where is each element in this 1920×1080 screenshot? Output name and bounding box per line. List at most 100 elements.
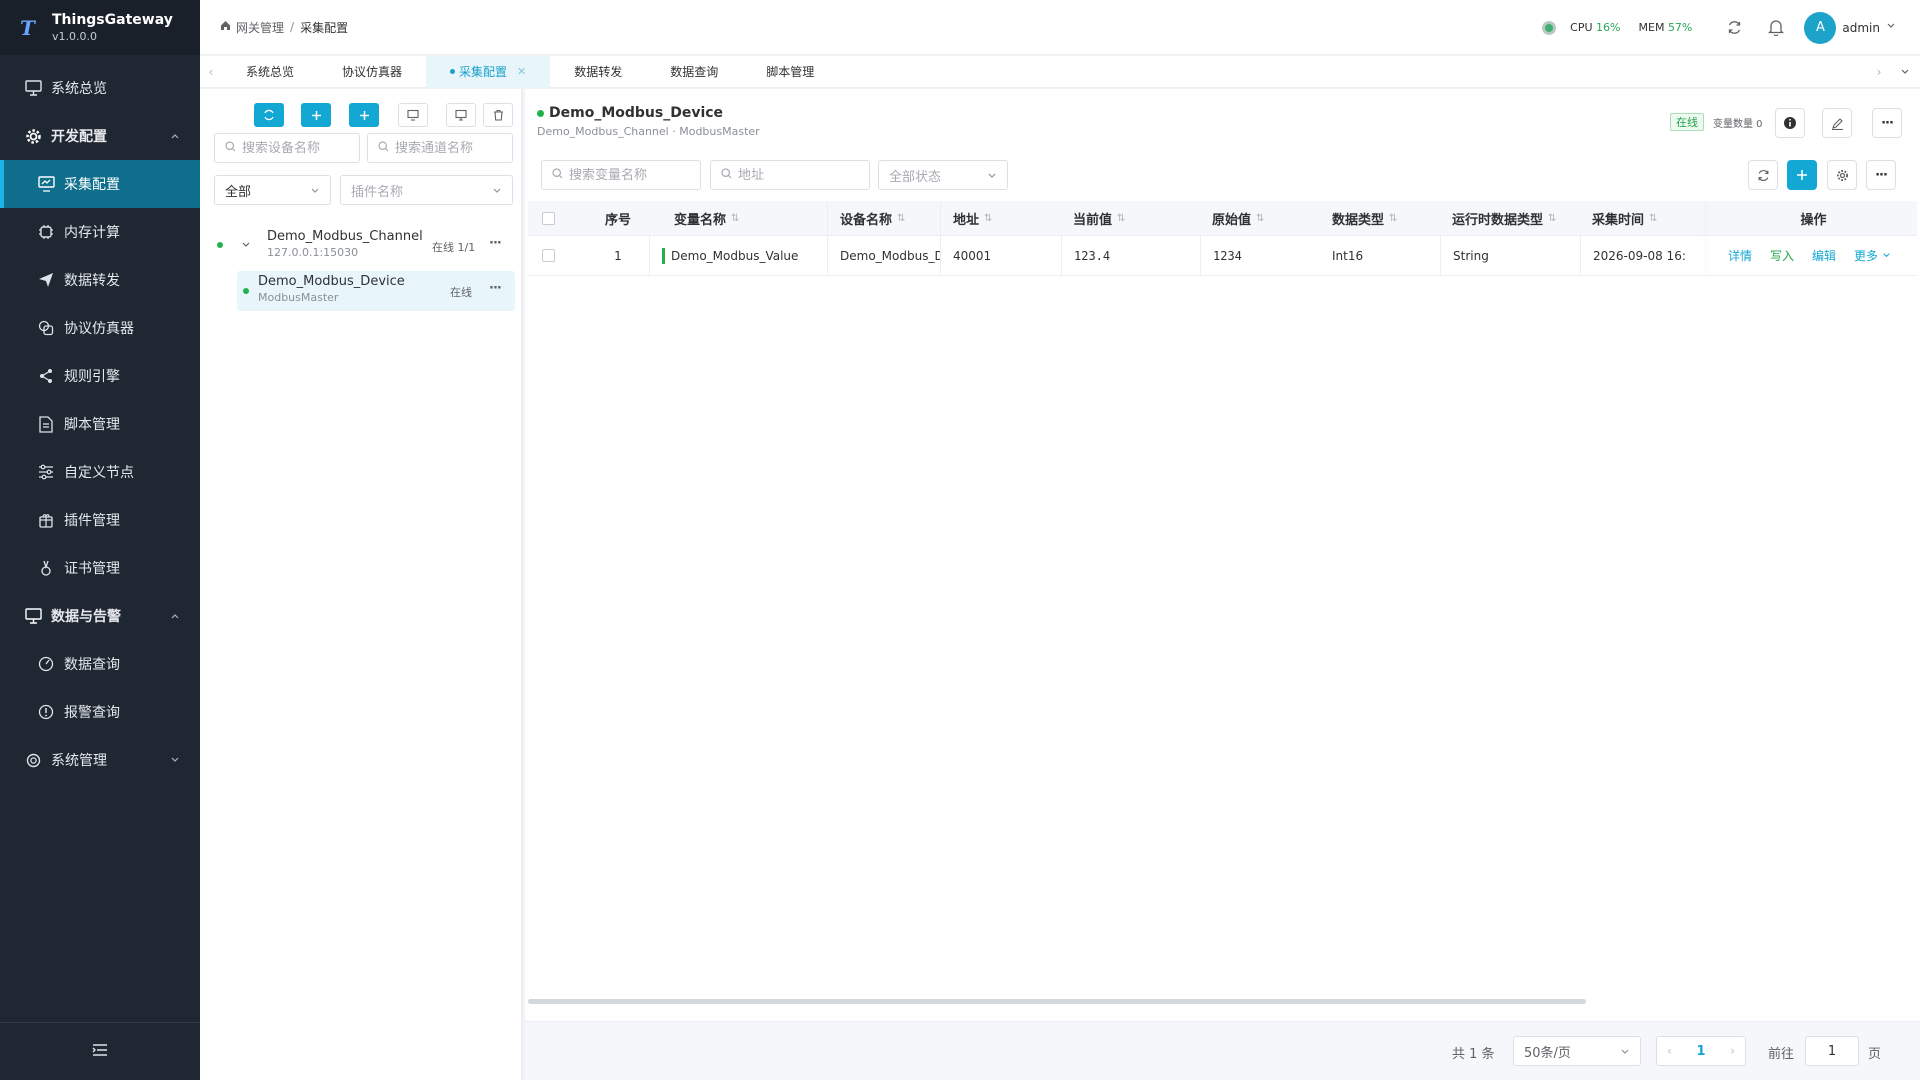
tab-data-forward[interactable]: 数据转发	[550, 56, 646, 88]
sidebar-item-rule-engine[interactable]: 规则引擎	[0, 352, 200, 400]
sidebar-group-data-alarm[interactable]: 数据与告警	[0, 592, 200, 640]
sidebar-item-collect-config[interactable]: 采集配置	[0, 160, 200, 208]
search-device-input[interactable]	[214, 133, 360, 163]
sidebar-item-memory-calc[interactable]: 内存计算	[0, 208, 200, 256]
breadcrumb-item[interactable]: 网关管理	[236, 19, 284, 36]
write-link[interactable]: 写入	[1770, 247, 1794, 264]
sidebar-item-label: 系统总览	[51, 81, 107, 97]
table-more-button[interactable]: ···	[1866, 160, 1896, 190]
checkbox[interactable]	[542, 211, 555, 225]
col-label: 变量名称	[674, 212, 727, 228]
row-checkbox[interactable]	[542, 249, 555, 262]
horizontal-scrollbar[interactable]	[528, 995, 1917, 1007]
sidebar-item-overview[interactable]: 系统总览	[0, 64, 200, 112]
col-label: 数据类型	[1332, 212, 1385, 228]
status-filter-select[interactable]: 全部	[214, 175, 331, 205]
col-label: 运行时数据类型	[1452, 212, 1544, 228]
sidebar-item-alarm-query[interactable]: 报警查询	[0, 688, 200, 736]
refresh-variables-button[interactable]	[1748, 160, 1778, 190]
col-device-name[interactable]: 设备名称 ⇅	[827, 201, 940, 235]
status-filter-select[interactable]: 全部状态	[878, 160, 1008, 190]
search-variable-field[interactable]	[569, 167, 700, 183]
tab-protocol-simulator[interactable]: 协议仿真器	[318, 56, 426, 88]
tree-device-node[interactable]: Demo_Modbus_Device ModbusMaster 在线 ···	[237, 271, 515, 311]
sort-icon[interactable]: ⇅	[1117, 213, 1125, 224]
col-runtime-type[interactable]: 运行时数据类型 ⇅	[1440, 201, 1580, 235]
scrollbar-thumb[interactable]	[528, 999, 1586, 1004]
col-collect-time[interactable]: 采集时间 ⇅	[1580, 201, 1710, 235]
tab-scroll-left-icon[interactable]: ‹	[200, 65, 222, 79]
col-address[interactable]: 地址 ⇅	[940, 201, 1061, 235]
sidebar-item-script-manage[interactable]: 脚本管理	[0, 400, 200, 448]
device-subtitle: Demo_Modbus_Channel · ModbusMaster	[537, 125, 760, 138]
tree-channel-node[interactable]: Demo_Modbus_Channel 127.0.0.1:15030 在线 1…	[208, 225, 515, 267]
certificate-icon	[37, 559, 55, 577]
collapse-sidebar-button[interactable]	[0, 1022, 200, 1080]
sort-icon[interactable]: ⇅	[1389, 213, 1397, 224]
edit-link[interactable]: 编辑	[1812, 247, 1836, 264]
select-all-checkbox[interactable]	[528, 201, 568, 235]
more-icon[interactable]: ···	[489, 281, 502, 296]
refresh-button[interactable]	[1720, 14, 1748, 42]
col-label: 原始值	[1212, 212, 1252, 228]
search-variable-input[interactable]	[541, 160, 701, 190]
col-variable-name[interactable]: 变量名称 ⇅	[662, 201, 810, 235]
add-device-button[interactable]	[349, 103, 379, 127]
col-current-value[interactable]: 当前值 ⇅	[1061, 201, 1200, 235]
sort-icon[interactable]: ⇅	[897, 213, 905, 224]
tab-dropdown-icon[interactable]	[1890, 67, 1920, 77]
page-size-select[interactable]: 50条/页	[1513, 1036, 1641, 1066]
sidebar-item-plugin-manage[interactable]: 插件管理	[0, 496, 200, 544]
sidebar-item-protocol-simulator[interactable]: 协议仿真器	[0, 304, 200, 352]
breadcrumb-current: 采集配置	[300, 20, 349, 35]
col-data-type[interactable]: 数据类型 ⇅	[1320, 201, 1440, 235]
info-button[interactable]	[1775, 108, 1805, 138]
search-channel-field[interactable]	[395, 140, 512, 156]
tab-label: 数据查询	[670, 65, 719, 79]
tab-data-query[interactable]: 数据查询	[646, 56, 742, 88]
sidebar-item-certificate-manage[interactable]: 证书管理	[0, 544, 200, 592]
address-input[interactable]	[710, 160, 870, 190]
edit-device-button[interactable]	[1822, 108, 1852, 138]
sort-icon[interactable]: ⇅	[1649, 213, 1657, 224]
refresh-tree-button[interactable]	[254, 103, 284, 127]
device-more-button[interactable]: ···	[1872, 108, 1902, 138]
export-button[interactable]	[446, 103, 476, 127]
next-page-icon[interactable]: ›	[1730, 1044, 1735, 1058]
address-field[interactable]	[738, 167, 869, 183]
delete-button[interactable]	[483, 103, 513, 127]
import-button[interactable]	[398, 103, 428, 127]
header-right: CPU 16% MEM 57% A admin	[1542, 0, 1896, 55]
plugin-filter-select[interactable]: 插件名称	[340, 175, 513, 205]
sort-icon[interactable]: ⇅	[1548, 213, 1556, 224]
more-link[interactable]: 更多	[1854, 247, 1878, 264]
sidebar-group-system-manage[interactable]: 系统管理	[0, 736, 200, 784]
prev-page-icon[interactable]: ‹	[1667, 1044, 1672, 1058]
user-menu[interactable]: A admin	[1804, 11, 1896, 44]
add-channel-button[interactable]	[301, 103, 331, 127]
add-variable-button[interactable]	[1787, 160, 1817, 190]
search-device-field[interactable]	[242, 140, 359, 156]
tab-label: 采集配置	[459, 65, 508, 79]
sort-icon[interactable]: ⇅	[1256, 213, 1264, 224]
current-page[interactable]: 1	[1696, 1044, 1705, 1059]
more-icon[interactable]: ···	[489, 236, 502, 251]
column-settings-button[interactable]	[1827, 160, 1857, 190]
sidebar-group-dev-config[interactable]: 开发配置	[0, 112, 200, 160]
tab-collect-config[interactable]: 采集配置 ✕	[426, 55, 551, 88]
sort-icon[interactable]: ⇅	[731, 213, 739, 224]
sort-icon[interactable]: ⇅	[984, 213, 992, 224]
notification-bell-icon[interactable]	[1762, 14, 1790, 42]
detail-link[interactable]: 详情	[1728, 247, 1752, 264]
sidebar-item-data-query[interactable]: 数据查询	[0, 640, 200, 688]
sidebar-item-data-forward[interactable]: 数据转发	[0, 256, 200, 304]
sidebar-item-custom-node[interactable]: 自定义节点	[0, 448, 200, 496]
tab-overview[interactable]: 系统总览	[222, 56, 318, 88]
search-channel-input[interactable]	[367, 133, 513, 163]
chevron-down-icon[interactable]	[241, 239, 251, 254]
goto-page-input[interactable]	[1805, 1036, 1859, 1066]
col-raw-value[interactable]: 原始值 ⇅	[1200, 201, 1320, 235]
tab-script-manage[interactable]: 脚本管理	[742, 56, 838, 88]
tab-scroll-right-icon[interactable]: ›	[1868, 65, 1890, 79]
close-icon[interactable]: ✕	[517, 65, 526, 78]
